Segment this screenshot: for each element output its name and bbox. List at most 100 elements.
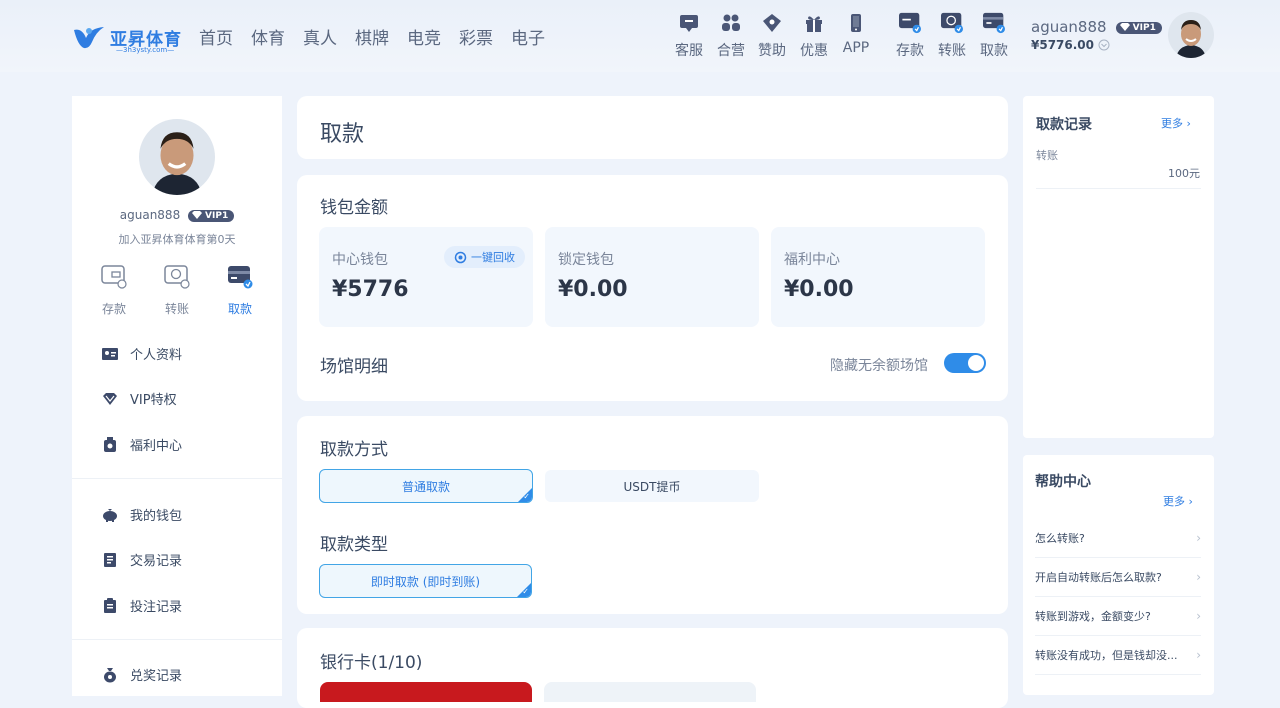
- menu-vip[interactable]: VIP特权: [102, 389, 177, 408]
- help-question[interactable]: 转账到游戏，金额变少? ›: [1035, 597, 1201, 636]
- withdraw-type-title: 取款类型: [320, 535, 388, 555]
- chevron-right-icon: ›: [1196, 531, 1201, 545]
- method-usdt-option[interactable]: USDT提币: [545, 470, 759, 502]
- sidebar-deposit-label: 存款: [101, 302, 126, 316]
- quick-app[interactable]: APP: [839, 12, 873, 56]
- chevron-right-icon: ›: [1196, 648, 1201, 662]
- menu-redeem[interactable]: 兑奖记录: [102, 665, 182, 684]
- nav-slots[interactable]: 电子: [511, 24, 545, 49]
- transfer-icon: [941, 12, 963, 34]
- venue-details-title: 场馆明细: [320, 357, 388, 377]
- chevron-down-icon[interactable]: [1098, 39, 1110, 51]
- quick-service[interactable]: 客服: [672, 12, 706, 60]
- sidebar-deposit[interactable]: 存款: [94, 264, 134, 317]
- center-wallet-value: ¥5776: [332, 277, 409, 302]
- menu-profile[interactable]: 个人资料: [102, 344, 182, 363]
- nav-lottery[interactable]: 彩票: [459, 24, 493, 49]
- menu-welfare-label: 福利中心: [130, 439, 183, 454]
- header-deposit[interactable]: 存款: [893, 12, 927, 60]
- page-title: 取款: [320, 122, 365, 147]
- menu-transactions-label: 交易记录: [130, 554, 183, 569]
- nav-esports[interactable]: 电竞: [407, 24, 441, 49]
- quick-promo[interactable]: 优惠: [797, 12, 831, 60]
- check-icon: ✓: [522, 587, 529, 596]
- method-normal-option[interactable]: 普通取款 ✓: [319, 469, 533, 503]
- welfare-wallet-value: ¥0.00: [784, 277, 854, 302]
- id-card-icon: [102, 347, 118, 360]
- wallet-card: 钱包金额 中心钱包 一键回收 ¥5776 锁定钱包 ¥0.00 福利中心 ¥0.…: [297, 175, 1008, 401]
- wallet-title: 钱包金额: [320, 198, 388, 218]
- quick-service-label: 客服: [675, 43, 703, 59]
- help-more-link[interactable]: 更多 ›: [1163, 493, 1193, 509]
- diamond-icon: [761, 12, 783, 34]
- welfare-icon: [104, 436, 116, 452]
- withdraw-method-title: 取款方式: [320, 440, 388, 460]
- add-bank-card[interactable]: [544, 682, 756, 702]
- transfer-outline-icon: [164, 265, 190, 289]
- menu-bets[interactable]: 投注记录: [102, 596, 182, 615]
- main-nav: 首页 体育 真人 棋牌 电竞 彩票 电子: [199, 24, 545, 49]
- brand-logo[interactable]: 亚昇体育 —3h3ysty.com—: [72, 22, 182, 56]
- menu-welfare[interactable]: 福利中心: [102, 435, 182, 454]
- help-center-card: 帮助中心 更多 › 怎么转账? › 开启自动转账后怎么取款? › 转账到游戏，金额变…: [1023, 455, 1214, 695]
- menu-bets-label: 投注记录: [130, 600, 183, 615]
- menu-transactions[interactable]: 交易记录: [102, 550, 182, 569]
- quick-partner[interactable]: 合营: [714, 12, 748, 60]
- header-balance: ¥5776.00: [1031, 38, 1095, 52]
- type-instant-option[interactable]: 即时取款 (即时到账) ✓: [319, 564, 532, 598]
- sidebar-username: aguan888: [119, 208, 181, 222]
- hide-empty-venues-toggle[interactable]: [944, 353, 986, 373]
- bank-card-item[interactable]: [320, 682, 532, 702]
- chat-icon: [678, 12, 700, 34]
- receipt-icon: [104, 552, 116, 567]
- header-deposit-label: 存款: [896, 43, 924, 59]
- quick-sponsor[interactable]: 赞助: [755, 12, 789, 60]
- header-withdraw[interactable]: 取款: [977, 12, 1011, 60]
- sidebar-divider: [72, 639, 282, 640]
- records-more-link[interactable]: 更多 ›: [1161, 115, 1191, 131]
- header-avatar[interactable]: [1168, 12, 1214, 58]
- help-question[interactable]: 怎么转账? ›: [1035, 519, 1201, 558]
- sidebar-withdraw[interactable]: 取款: [220, 264, 260, 317]
- bank-card-title: 银行卡(1/10): [320, 653, 423, 673]
- help-question[interactable]: 开启自动转账后怎么取款? ›: [1035, 558, 1201, 597]
- recycle-label: 一键回收: [471, 251, 515, 264]
- sidebar-withdraw-label: 取款: [227, 302, 252, 316]
- toggle-knob: [968, 355, 984, 371]
- check-icon: ✓: [523, 492, 530, 501]
- deposit-icon: [899, 12, 921, 34]
- center-wallet-box: 中心钱包 一键回收 ¥5776: [319, 227, 533, 327]
- header-user-info[interactable]: aguan888 VIP1 ¥5776.00: [1031, 17, 1162, 52]
- quick-promo-label: 优惠: [800, 43, 828, 59]
- nav-home[interactable]: 首页: [199, 24, 233, 49]
- menu-wallet[interactable]: 我的钱包: [102, 505, 182, 524]
- help-question[interactable]: 转账没有成功，但是钱却没... ›: [1035, 636, 1201, 675]
- nav-live[interactable]: 真人: [303, 24, 337, 49]
- header-transfer[interactable]: 转账: [935, 12, 969, 60]
- vip-diamond-icon: [1119, 23, 1130, 31]
- clipboard-icon: [104, 597, 116, 613]
- sidebar-transfer[interactable]: 转账: [157, 264, 197, 317]
- piggy-bank-icon: [103, 508, 117, 522]
- chevron-right-icon: ›: [1196, 609, 1201, 623]
- menu-wallet-label: 我的钱包: [130, 509, 183, 524]
- top-bar: 亚昇体育 —3h3ysty.com— 首页 体育 真人 棋牌 电竞 彩票 电子 …: [0, 0, 1280, 72]
- gift-icon: [803, 12, 825, 34]
- recycle-button[interactable]: 一键回收: [444, 246, 525, 268]
- page-title-card: 取款: [297, 96, 1008, 159]
- menu-profile-label: 个人资料: [130, 348, 183, 363]
- header-withdraw-label: 取款: [980, 43, 1008, 59]
- vip-level: VIP1: [1132, 22, 1156, 33]
- nav-cards[interactable]: 棋牌: [355, 24, 389, 49]
- phone-icon: [845, 12, 867, 34]
- vip-badge: VIP1: [1115, 21, 1162, 34]
- sidebar-divider: [72, 478, 282, 479]
- quick-sponsor-label: 赞助: [758, 43, 786, 59]
- withdraw-records-card: 取款记录 更多 › 转账 100元: [1023, 96, 1214, 438]
- sidebar-username-row: aguan888 VIP1: [72, 208, 282, 222]
- center-wallet-label: 中心钱包: [332, 252, 388, 268]
- nav-sports[interactable]: 体育: [251, 24, 285, 49]
- people-icon: [720, 12, 742, 34]
- money-bag-icon: [104, 667, 116, 682]
- sidebar-avatar[interactable]: [139, 119, 215, 195]
